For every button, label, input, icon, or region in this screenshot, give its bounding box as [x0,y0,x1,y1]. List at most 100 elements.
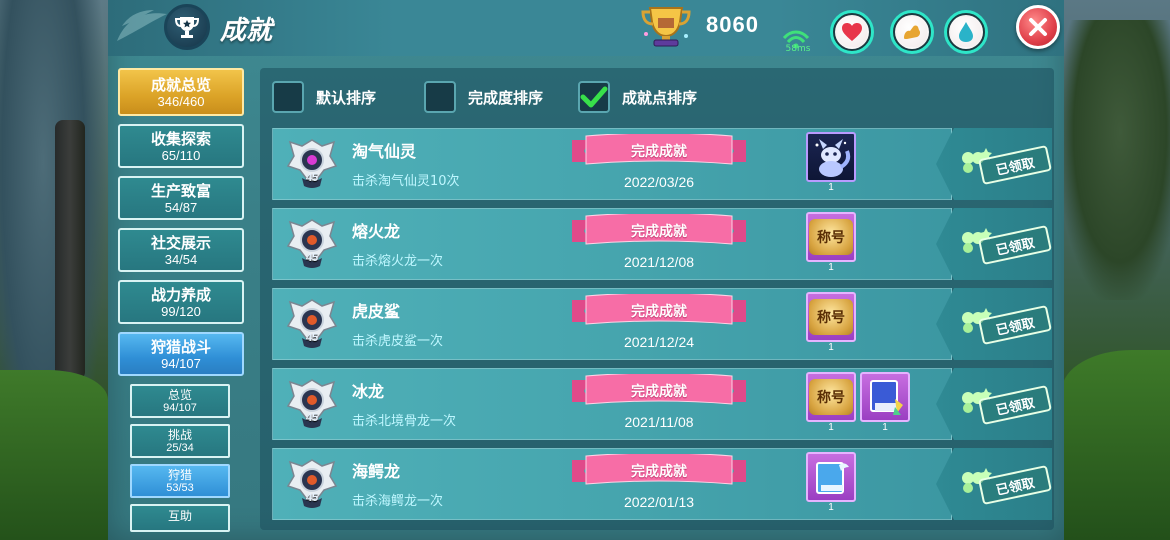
claimed-badge: 已领取 [952,140,1052,188]
heart-icon [835,15,869,49]
medal-level: 45 [305,412,319,424]
category-label: 战力养成 [150,285,211,304]
reward-item[interactable] [806,452,856,502]
reward-item[interactable]: 称号 [806,372,856,422]
achievement-row[interactable]: 45 淘气仙灵 击杀淘气仙灵10次 完成成就 2022/03/26 1 已领取 [272,128,1052,200]
subcategory-label: 总览 [167,387,192,402]
sort-label: 成就点排序 [622,88,698,107]
category-label: 生产致富 [150,181,211,200]
achievement-row[interactable]: 45 虎皮鲨 击杀虎皮鲨一次 完成成就 2021/12/24 称号 1 已领取 [272,288,1052,360]
category-hunting-combat[interactable]: 狩猎战斗 94/107 [118,332,244,376]
achievement-list-area: 默认排序 完成度排序 成就点排序 45 淘气仙灵 击杀淘气仙灵10次 完成成就 … [260,68,1054,530]
book-icon [870,380,903,415]
completed-ribbon: 完成成就 [572,452,746,488]
medal-level: 45 [305,172,319,184]
completed-label: 完成成就 [631,384,687,400]
achievement-description: 击杀虎皮鲨一次 [352,334,444,349]
reward-count: 1 [882,422,888,433]
ping-value: 58ms [785,44,811,54]
category-count: 54/87 [164,199,198,215]
reward-count: 1 [828,262,834,273]
tree-foliage [1060,20,1170,300]
checkbox[interactable] [424,81,456,113]
achievement-name: 淘气仙灵 [352,142,417,161]
subcategory-hunting[interactable]: 狩猎 53/53 [130,464,230,498]
water-gauge[interactable] [944,10,988,54]
reward-count: 1 [828,502,834,513]
achievement-panel: 成就 8060 58ms 成就总览 346/460 收集探索 65/110 生产… [108,0,1064,540]
game-world-right [1060,0,1170,540]
subcategory-count: 94/107 [163,401,197,414]
category-social[interactable]: 社交展示 34/54 [118,228,244,272]
achievement-row[interactable]: 45 海鳄龙 击杀海鳄龙一次 完成成就 2022/01/13 1 已领取 [272,448,1052,520]
book-icon [816,462,849,494]
achievement-name: 虎皮鲨 [352,302,401,321]
achievement-description: 击杀北境骨龙一次 [352,414,457,429]
grass-hill [1062,350,1170,540]
achievement-description: 击杀淘气仙灵10次 [352,174,460,189]
fox-spirit-pet-icon [815,139,851,177]
category-collect-explore[interactable]: 收集探索 65/110 [118,124,244,168]
claimed-badge: 已领取 [952,220,1052,268]
subcategory-overview[interactable]: 总览 94/107 [130,384,230,418]
category-count: 34/54 [164,251,198,267]
checkmark-icon [580,86,608,108]
panel-header: 成就 8060 58ms [108,0,1064,56]
subcategory-label: 互助 [167,509,192,523]
strength-gauge[interactable] [890,10,934,54]
leaf-decoration-icon [117,10,167,41]
checkbox-checked[interactable] [578,81,610,113]
subcategory-count: 25/34 [166,441,194,454]
category-count: 65/110 [161,147,201,163]
completed-label: 完成成就 [631,304,687,320]
achievement-medal-icon: 45 [282,454,342,514]
achievement-row[interactable]: 45 熔火龙 击杀熔火龙一次 完成成就 2021/12/08 称号 1 已领取 [272,208,1052,280]
completion-date: 2021/12/24 [623,334,695,350]
category-label: 狩猎战斗 [150,337,211,356]
claimed-badge: 已领取 [952,300,1052,348]
arm-strength-icon [895,15,929,49]
subcategory-count: 53/53 [166,481,194,494]
close-button[interactable] [1016,5,1060,49]
subcategory-mutual-aid[interactable]: 互助 [130,504,230,532]
achievement-medal-icon: 45 [282,214,342,274]
achievement-name: 海鳄龙 [352,462,401,481]
completed-ribbon: 完成成就 [572,212,746,248]
sort-default-option[interactable]: 默认排序 [272,80,376,114]
claimed-badge: 已领取 [952,460,1052,508]
health-gauge[interactable] [830,10,874,54]
reward-count: 1 [828,342,834,353]
reward-item[interactable]: 称号 [806,212,856,262]
achievement-description: 击杀海鳄龙一次 [352,494,444,509]
sort-bar: 默认排序 完成度排序 成就点排序 [272,80,1032,114]
reward-count: 1 [828,422,834,433]
reward-item[interactable] [860,372,910,422]
subcategory-challenge[interactable]: 挑战 25/34 [130,424,230,458]
category-label: 收集探索 [150,129,211,148]
sort-points-option[interactable]: 成就点排序 [578,80,697,114]
reward-item[interactable]: 称号 [806,292,856,342]
water-drop-icon [949,15,983,49]
achievement-name: 冰龙 [352,382,385,401]
category-power[interactable]: 战力养成 99/120 [118,280,244,324]
achievement-medal-icon: 45 [282,374,342,434]
completed-ribbon: 完成成就 [572,372,746,408]
achievement-row[interactable]: 45 冰龙 击杀北境骨龙一次 完成成就 2021/11/08 称号 1 1 已领… [272,368,1052,440]
trophy-icon [164,4,210,50]
category-label: 社交展示 [150,233,211,252]
sort-completion-option[interactable]: 完成度排序 [424,80,543,114]
category-overview[interactable]: 成就总览 346/460 [118,68,244,116]
title-reward-icon: 称号 [809,299,853,335]
close-icon [1029,18,1047,36]
achievement-description: 击杀熔火龙一次 [352,254,444,269]
sort-label: 默认排序 [316,88,377,107]
checkbox[interactable] [272,81,304,113]
game-world-left [0,0,108,540]
title-reward-icon: 称号 [809,219,853,255]
reward-item[interactable] [806,132,856,182]
achievement-name: 熔火龙 [352,222,401,241]
reward-count: 1 [828,182,834,193]
title-reward-icon: 称号 [809,379,853,415]
category-production[interactable]: 生产致富 54/87 [118,176,244,220]
achievement-points-value: 8060 [706,12,759,37]
